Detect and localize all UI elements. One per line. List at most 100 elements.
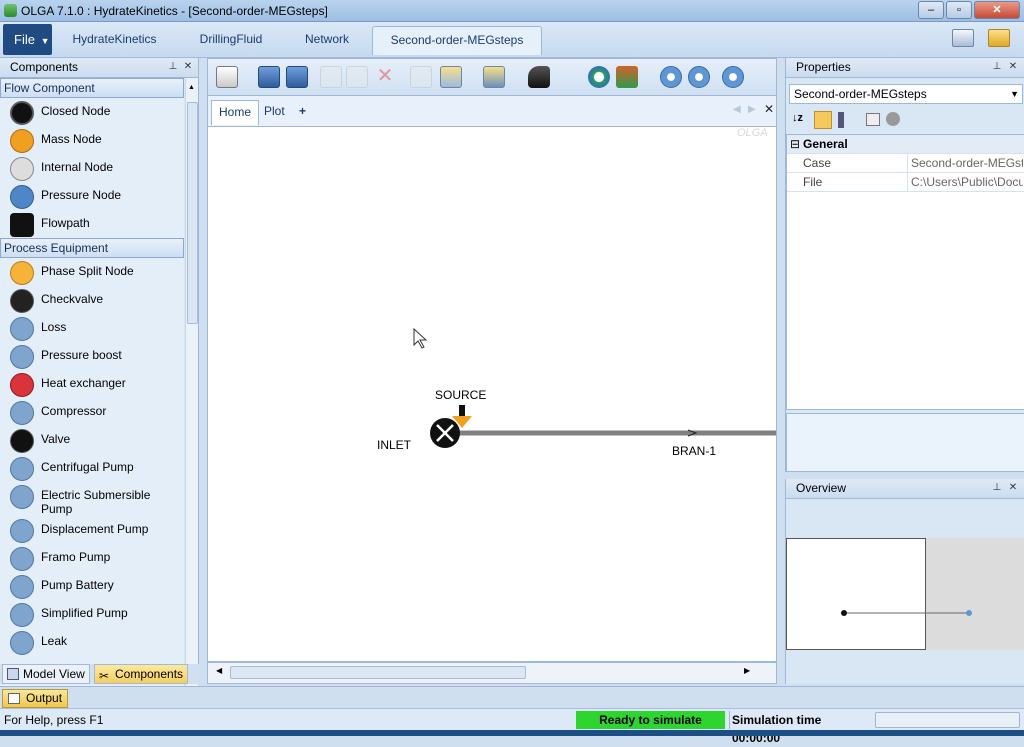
list-item[interactable]: Pump Battery <box>0 572 184 600</box>
wrench-icon[interactable] <box>528 66 550 88</box>
valve-icon <box>10 429 34 453</box>
phase-split-icon <box>10 261 34 285</box>
network-canvas[interactable]: OLGA SOURCE INLET BRAN-1 <box>207 126 777 662</box>
list-item[interactable]: Simplified Pump <box>0 600 184 628</box>
tab-label: Network <box>304 32 349 46</box>
property-row[interactable]: Case Second-order-MEGsteps <box>787 154 1024 173</box>
component-list-scrollbar[interactable]: ▲ <box>185 78 198 720</box>
item-label: Displacement Pump <box>41 522 149 536</box>
window-layout-icon[interactable] <box>952 29 974 47</box>
output-tab-label: Output <box>26 691 63 705</box>
tab-label: Plot <box>264 104 285 118</box>
property-row[interactable]: File C:\Users\Public\Documents <box>787 173 1024 192</box>
tab-model-view[interactable]: Model View <box>2 664 90 684</box>
list-item[interactable]: Centrifugal Pump <box>0 454 184 482</box>
close-icon[interactable]: ✕ <box>1008 61 1018 73</box>
scroll-left-icon[interactable]: ◀ <box>216 666 222 675</box>
list-item[interactable]: Framo Pump <box>0 544 184 572</box>
pin-icon[interactable]: ⊥ <box>168 61 178 73</box>
property-value[interactable]: C:\Users\Public\Documents <box>911 173 1023 191</box>
verify-icon[interactable] <box>616 66 638 88</box>
list-item[interactable]: Electric Submersible Pump <box>0 482 184 516</box>
property-pages-icon[interactable] <box>838 112 844 128</box>
list-item[interactable]: Loss <box>0 314 184 342</box>
list-item[interactable]: Heat exchanger <box>0 370 184 398</box>
close-icon[interactable]: ✕ <box>1008 482 1018 494</box>
window-icon[interactable] <box>866 113 880 126</box>
output-tab[interactable]: Output <box>2 689 68 708</box>
list-item[interactable]: Closed Node <box>0 98 184 126</box>
align-icon[interactable] <box>440 66 462 88</box>
component-list: Flow Component Closed Node Mass Node Int… <box>0 78 184 720</box>
item-label: Heat exchanger <box>41 376 126 390</box>
list-item[interactable]: Pressure boost <box>0 342 184 370</box>
save-as-icon[interactable] <box>286 66 308 88</box>
tab-network[interactable]: Network <box>293 26 361 55</box>
overview-panel: Overview ⊥ ✕ <box>785 479 1024 684</box>
tools-icon: ✂ <box>99 669 110 683</box>
edit-icon[interactable] <box>410 66 432 88</box>
scroll-up-icon[interactable]: ▲ <box>188 84 195 91</box>
file-menu-button[interactable]: File ▼ <box>3 24 52 55</box>
list-item[interactable]: Mass Node <box>0 126 184 154</box>
list-item[interactable]: Leak <box>0 628 184 656</box>
item-label: Centrifugal Pump <box>41 460 134 474</box>
list-item[interactable]: Flowpath <box>0 210 184 238</box>
open-folder-icon[interactable] <box>988 29 1010 47</box>
run-options-icon[interactable] <box>722 66 744 88</box>
category-process-equipment[interactable]: Process Equipment <box>0 238 184 258</box>
pin-icon[interactable]: ⊥ <box>992 61 1002 73</box>
network-icon[interactable] <box>588 66 610 88</box>
delete-icon[interactable]: ✕ <box>374 66 396 88</box>
properties-panel-title: Properties <box>796 60 851 74</box>
collapse-icon[interactable]: ⊟ <box>790 135 800 153</box>
list-item[interactable]: Checkvalve <box>0 286 184 314</box>
properties-toolbar: ↓z <box>786 108 1024 133</box>
tab-drillingfluid[interactable]: DrillingFluid <box>186 26 276 55</box>
list-item[interactable]: Valve <box>0 426 184 454</box>
list-item[interactable]: Phase Split Node <box>0 258 184 286</box>
chart-icon[interactable] <box>886 112 900 126</box>
sort-alphabetical-icon[interactable]: ↓z <box>792 112 808 130</box>
minimize-button[interactable]: – <box>918 1 944 19</box>
category-flow-component[interactable]: Flow Component <box>0 78 184 98</box>
item-label: Loss <box>41 320 67 334</box>
copy-icon[interactable] <box>320 66 342 88</box>
case-settings-icon[interactable] <box>216 66 238 88</box>
pin-icon[interactable]: ⊥ <box>992 482 1002 494</box>
tab-components[interactable]: ✂ Components <box>94 664 188 684</box>
run-icon[interactable] <box>660 66 682 88</box>
save-icon[interactable] <box>258 66 280 88</box>
overview-map[interactable] <box>786 538 1024 650</box>
progress-bar <box>875 712 1020 728</box>
tab-hydratekinetics[interactable]: HydrateKinetics <box>62 26 167 55</box>
paste-icon[interactable] <box>346 66 368 88</box>
select-icon[interactable] <box>483 66 505 88</box>
list-item[interactable]: Pressure Node <box>0 182 184 210</box>
run-step-icon[interactable] <box>688 66 710 88</box>
object-selector-dropdown[interactable]: Second-order-MEGsteps ▼ <box>789 84 1023 104</box>
scrollbar-thumb[interactable] <box>230 666 526 679</box>
list-item[interactable]: Displacement Pump <box>0 516 184 544</box>
branch-label: BRAN-1 <box>672 444 717 458</box>
list-item[interactable]: Compressor <box>0 398 184 426</box>
source-label: SOURCE <box>435 388 487 402</box>
scroll-right-icon[interactable]: ▶ <box>744 666 750 675</box>
tab-scroll-right-icon[interactable]: ▶ <box>748 104 756 115</box>
add-tab-button[interactable]: + <box>292 100 313 125</box>
maximize-button[interactable]: ▫ <box>946 1 972 19</box>
tab-plot[interactable]: Plot <box>257 100 292 125</box>
scrollbar-thumb[interactable] <box>187 102 198 324</box>
close-window-button[interactable]: ✕ <box>974 1 1020 19</box>
property-value[interactable]: Second-order-MEGsteps <box>911 154 1023 172</box>
tab-home[interactable]: Home <box>211 100 260 125</box>
close-document-icon[interactable]: ✕ <box>764 102 774 116</box>
section-general[interactable]: ⊟ General <box>787 135 1024 154</box>
canvas-horizontal-scrollbar[interactable]: ◀ ▶ <box>207 662 777 684</box>
categorized-icon[interactable] <box>814 111 832 129</box>
tab-scroll-left-icon[interactable]: ◀ <box>733 104 741 115</box>
close-icon[interactable]: ✕ <box>183 61 193 73</box>
tab-second-order-megsteps[interactable]: Second-order-MEGsteps <box>372 26 542 55</box>
list-item[interactable]: Internal Node <box>0 154 184 182</box>
dropdown-arrow-icon: ▼ <box>40 36 50 46</box>
